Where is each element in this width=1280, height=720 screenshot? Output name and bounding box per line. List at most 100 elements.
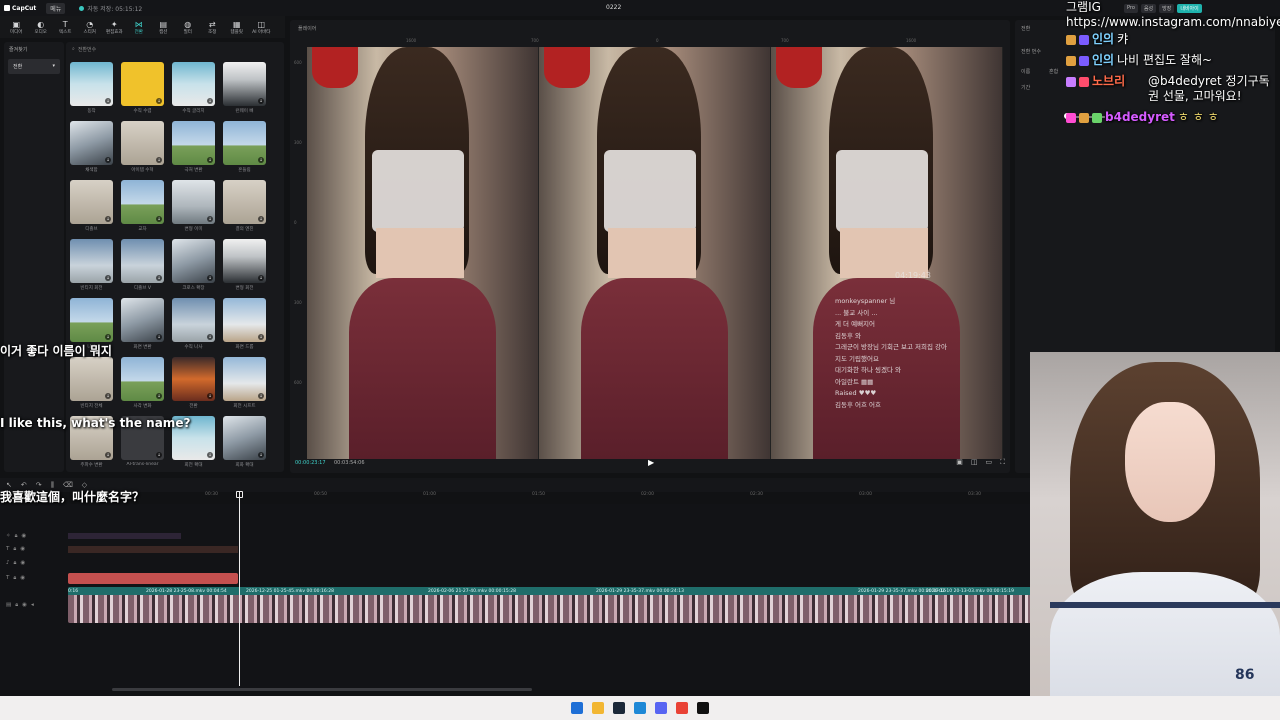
effect-icon: ✧	[6, 533, 11, 539]
nav-favorites[interactable]: 즐겨찾기	[4, 42, 64, 57]
caption-clip[interactable]	[68, 573, 238, 584]
download-icon[interactable]: ↓	[207, 216, 213, 222]
lock-icon[interactable]: 🔒︎	[13, 575, 16, 582]
toolbar-6[interactable]: ▤ 캡션	[151, 16, 176, 38]
download-icon[interactable]: ↓	[105, 275, 111, 281]
eye-icon[interactable]: ◉	[22, 533, 27, 540]
transition-tile[interactable]: ↓ 결의 엔진	[223, 180, 266, 232]
transition-tile[interactable]: ↓ 빈티지 회전	[70, 239, 113, 291]
transition-tile[interactable]: ↓ 수직 글리치	[172, 62, 215, 114]
transition-tile[interactable]: ↓ 크로스 확장	[172, 239, 215, 291]
transition-tile[interactable]: ↓ 빈티지 전체	[70, 357, 113, 409]
lock-icon[interactable]: 🔒︎	[14, 560, 17, 567]
fullscreen-icon[interactable]: ⛶	[1000, 458, 1005, 467]
playhead[interactable]	[239, 491, 240, 686]
toolbar-9[interactable]: ▦ 템플릿	[225, 16, 250, 38]
taskbar-start-icon[interactable]	[571, 702, 583, 714]
lock-icon[interactable]: 🔒︎	[15, 602, 18, 609]
download-icon[interactable]: ↓	[207, 157, 213, 163]
crop-icon[interactable]: ▣	[956, 458, 963, 467]
transition-tile[interactable]: ↓ 회화 확대	[223, 416, 266, 468]
transition-tile[interactable]: ↓ 채색함	[70, 121, 113, 173]
quality-icon[interactable]: ▭	[985, 458, 992, 467]
transition-tile[interactable]: ↓ 나비	[70, 298, 113, 350]
eye-icon[interactable]: ◉	[20, 546, 25, 553]
transition-tile[interactable]: ↓ 화면 드롭	[223, 298, 266, 350]
download-icon[interactable]: ↓	[258, 157, 264, 163]
toolbar-7[interactable]: ◍ 필터	[176, 16, 201, 38]
toolbar-3[interactable]: ◔ 스티커	[78, 16, 103, 38]
download-icon[interactable]: ↓	[156, 216, 162, 222]
download-icon[interactable]: ↓	[156, 98, 162, 104]
download-icon[interactable]: ↓	[156, 334, 162, 340]
transition-tile[interactable]: ↓ 아이템 수혁	[121, 121, 164, 173]
transition-tile[interactable]: ↓ 변형 회전	[223, 239, 266, 291]
transition-tile[interactable]: ↓ 동작	[70, 62, 113, 114]
taskbar-capcut-icon[interactable]	[697, 702, 709, 714]
download-icon[interactable]: ↓	[258, 452, 264, 458]
transition-tile[interactable]: ↓ 디졸브 V	[121, 239, 164, 291]
lock-icon[interactable]: 🔒︎	[15, 533, 18, 540]
download-icon[interactable]: ↓	[156, 393, 162, 399]
toolbar-1[interactable]: ◐ 오디오	[29, 16, 54, 38]
properties-tab[interactable]: 전환	[1021, 25, 1030, 32]
download-icon[interactable]: ↓	[156, 157, 162, 163]
transition-tile[interactable]: ↓ 전환	[172, 357, 215, 409]
download-icon[interactable]: ↓	[105, 98, 111, 104]
toolbar-8[interactable]: ⇄ 조정	[200, 16, 225, 38]
download-icon[interactable]: ↓	[258, 275, 264, 281]
ratio-icon[interactable]: ◫	[971, 458, 978, 467]
taskbar-explorer-icon[interactable]	[592, 702, 604, 714]
download-icon[interactable]: ↓	[207, 452, 213, 458]
taskbar-steam-icon[interactable]	[613, 702, 625, 714]
text-clip[interactable]	[68, 546, 238, 553]
download-icon[interactable]: ↓	[207, 393, 213, 399]
download-icon[interactable]: ↓	[207, 98, 213, 104]
transition-tile[interactable]: ↓ 화면 변환	[121, 298, 164, 350]
download-icon[interactable]: ↓	[258, 393, 264, 399]
toolbar-5[interactable]: ⋈ 전환	[127, 16, 152, 38]
download-icon[interactable]: ↓	[105, 216, 111, 222]
download-icon[interactable]: ↓	[105, 334, 111, 340]
transition-tile[interactable]: ↓ 사각 변화	[121, 357, 164, 409]
clip-label: 2026-12-25 01-25-45.mkv 00:00:16:28	[246, 589, 334, 594]
download-icon[interactable]: ↓	[207, 275, 213, 281]
menu-button[interactable]: 메뉴	[46, 2, 66, 14]
transition-search[interactable]: ⌕ 전환번수	[72, 46, 96, 53]
toolbar-2[interactable]: T 텍스트	[53, 16, 78, 38]
transition-tile[interactable]: ↓ 회전 시프트	[223, 357, 266, 409]
eye-icon[interactable]: ◉	[20, 575, 25, 582]
timeline-scrollbar[interactable]	[112, 688, 532, 691]
transition-tile[interactable]: ↓ 흔들림	[223, 121, 266, 173]
transition-tile[interactable]: ↓ 수직 수렴	[121, 62, 164, 114]
transition-label: 동작	[87, 109, 96, 114]
taskbar-discord-icon[interactable]	[655, 702, 667, 714]
transition-tile[interactable]: ↓ 교차	[121, 180, 164, 232]
transition-tile[interactable]: ↓ 극처 변환	[172, 121, 215, 173]
download-icon[interactable]: ↓	[105, 452, 111, 458]
toolbar-4[interactable]: ✦ 편집효과	[102, 16, 127, 38]
taskbar-chrome-icon[interactable]	[676, 702, 688, 714]
toolbar-0[interactable]: ▣ 미디어	[4, 16, 29, 38]
download-icon[interactable]: ↓	[258, 98, 264, 104]
download-icon[interactable]: ↓	[105, 393, 111, 399]
download-icon[interactable]: ↓	[105, 157, 111, 163]
download-icon[interactable]: ↓	[207, 334, 213, 340]
nav-transitions[interactable]: 전환 ▾	[8, 59, 60, 74]
transition-tile[interactable]: ↓ 수직 나사	[172, 298, 215, 350]
taskbar-edge-icon[interactable]	[634, 702, 646, 714]
download-icon[interactable]: ↓	[156, 452, 162, 458]
download-icon[interactable]: ↓	[258, 216, 264, 222]
audio-mute-icon[interactable]: ◂	[31, 602, 34, 609]
effect-clip[interactable]	[68, 533, 181, 539]
play-icon[interactable]: ▶	[648, 458, 654, 467]
transition-tile[interactable]: ↓ 변형 이미	[172, 180, 215, 232]
download-icon[interactable]: ↓	[156, 275, 162, 281]
toolbar-10[interactable]: ◫ AI 아바타	[249, 16, 274, 38]
eye-icon[interactable]: ◉	[20, 560, 25, 567]
transition-tile[interactable]: ↓ 런웨이 삐	[223, 62, 266, 114]
download-icon[interactable]: ↓	[258, 334, 264, 340]
lock-icon[interactable]: 🔒︎	[13, 546, 16, 553]
eye-icon[interactable]: ◉	[22, 602, 27, 609]
transition-tile[interactable]: ↓ 디졸브	[70, 180, 113, 232]
